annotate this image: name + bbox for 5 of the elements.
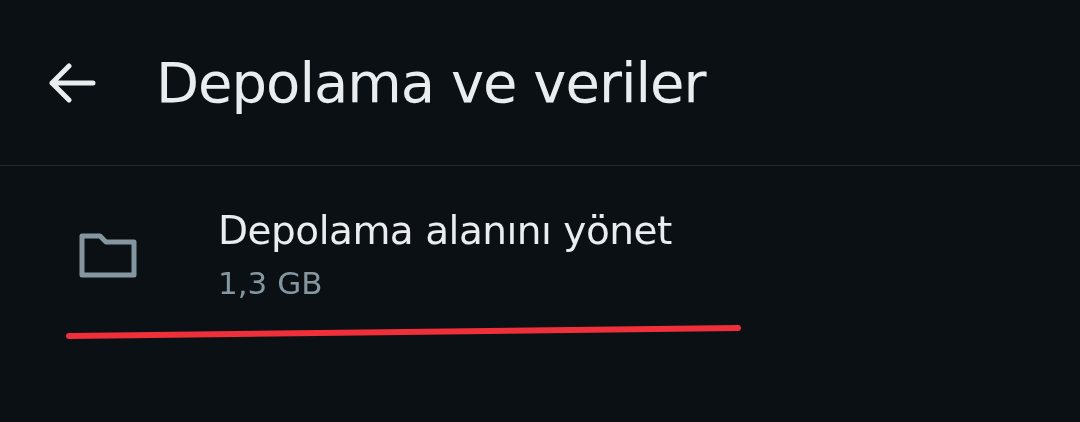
item-title: Depolama alanını yönet xyxy=(218,207,672,256)
list-item[interactable]: Depolama alanını yönet 1,3 GB xyxy=(0,180,1080,330)
item-subtitle: 1,3 GB xyxy=(218,264,324,303)
folder-icon xyxy=(78,231,138,279)
back-arrow-icon xyxy=(47,62,97,103)
